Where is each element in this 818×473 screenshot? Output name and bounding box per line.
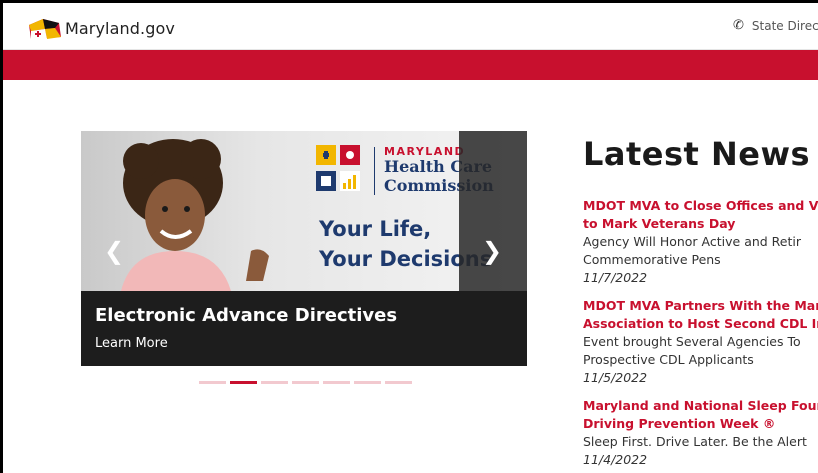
slide-caption: Electronic Advance Directives Learn More [81,291,527,366]
carousel: MARYLAND Health Care Commission Your Lif… [81,131,527,366]
logo-text: Maryland.gov [65,18,175,38]
slide-caption-title: Electronic Advance Directives [95,305,398,326]
news-item: MDOT MVA Partners With the Mar Associati… [583,297,818,387]
state-directory-label: State Direct [751,18,818,33]
news-item-desc-line1: Agency Will Honor Active and Retir [583,234,802,249]
news-item-desc-line1: Event brought Several Agencies To [583,334,801,349]
carousel-indicators [199,381,412,384]
news-item-title-line1[interactable]: MDOT MVA Partners With the Mar [583,297,818,315]
red-nav-bar [3,50,818,80]
carousel-indicator-6[interactable] [354,381,381,384]
page-frame: Maryland.gov ✆ State Direct MARYLAND Hea… [0,0,818,473]
carousel-indicator-5[interactable] [323,381,350,384]
news-item-date: 11/5/2022 [583,370,648,385]
carousel-indicator-1[interactable] [199,381,226,384]
news-item-title-line1[interactable]: MDOT MVA to Close Offices and V [583,197,818,215]
news-item-title-line1[interactable]: Maryland and National Sleep Foun [583,397,818,415]
chevron-left-icon: ❮ [103,237,125,265]
news-item-desc-line2: Commemorative Pens [583,252,721,267]
carousel-prev-button[interactable]: ❮ [103,236,125,266]
state-directory-link[interactable]: ✆ State Direct [733,18,818,33]
learn-more-link[interactable]: Learn More [95,336,168,351]
news-item: Maryland and National Sleep Foun Driving… [583,397,818,469]
news-item-desc-line1: Sleep First. Drive Later. Be the Alert [583,434,807,449]
carousel-indicator-3[interactable] [261,381,288,384]
latest-news-section: Latest News MDOT MVA to Close Offices an… [583,135,818,467]
mhcc-logo-squares-icon [316,145,360,191]
phone-icon: ✆ [733,18,744,33]
latest-news-heading: Latest News [583,135,811,173]
carousel-next-button[interactable]: ❯ [481,236,503,266]
slide-tagline-line1: Your Life, [319,217,432,241]
news-item-title-line2[interactable]: Driving Prevention Week ® [583,415,818,433]
woman-pointing-image [121,139,269,291]
mhcc-divider [374,147,375,195]
news-item-desc-line2: Prospective CDL Applicants [583,352,754,367]
maryland-flag-icon [29,19,61,39]
top-header: Maryland.gov ✆ State Direct [3,3,818,50]
carousel-indicator-4[interactable] [292,381,319,384]
news-item-date: 11/7/2022 [583,270,648,285]
news-item-title-line2[interactable]: Association to Host Second CDL In [583,315,818,333]
news-item-title-line2[interactable]: to Mark Veterans Day [583,215,818,233]
news-item: MDOT MVA to Close Offices and V to Mark … [583,197,818,287]
chevron-right-icon: ❯ [481,237,503,265]
carousel-indicator-7[interactable] [385,381,412,384]
news-item-date: 11/4/2022 [583,452,648,467]
carousel-indicator-2[interactable] [230,381,257,384]
maryland-gov-logo-link[interactable]: Maryland.gov [25,15,175,41]
